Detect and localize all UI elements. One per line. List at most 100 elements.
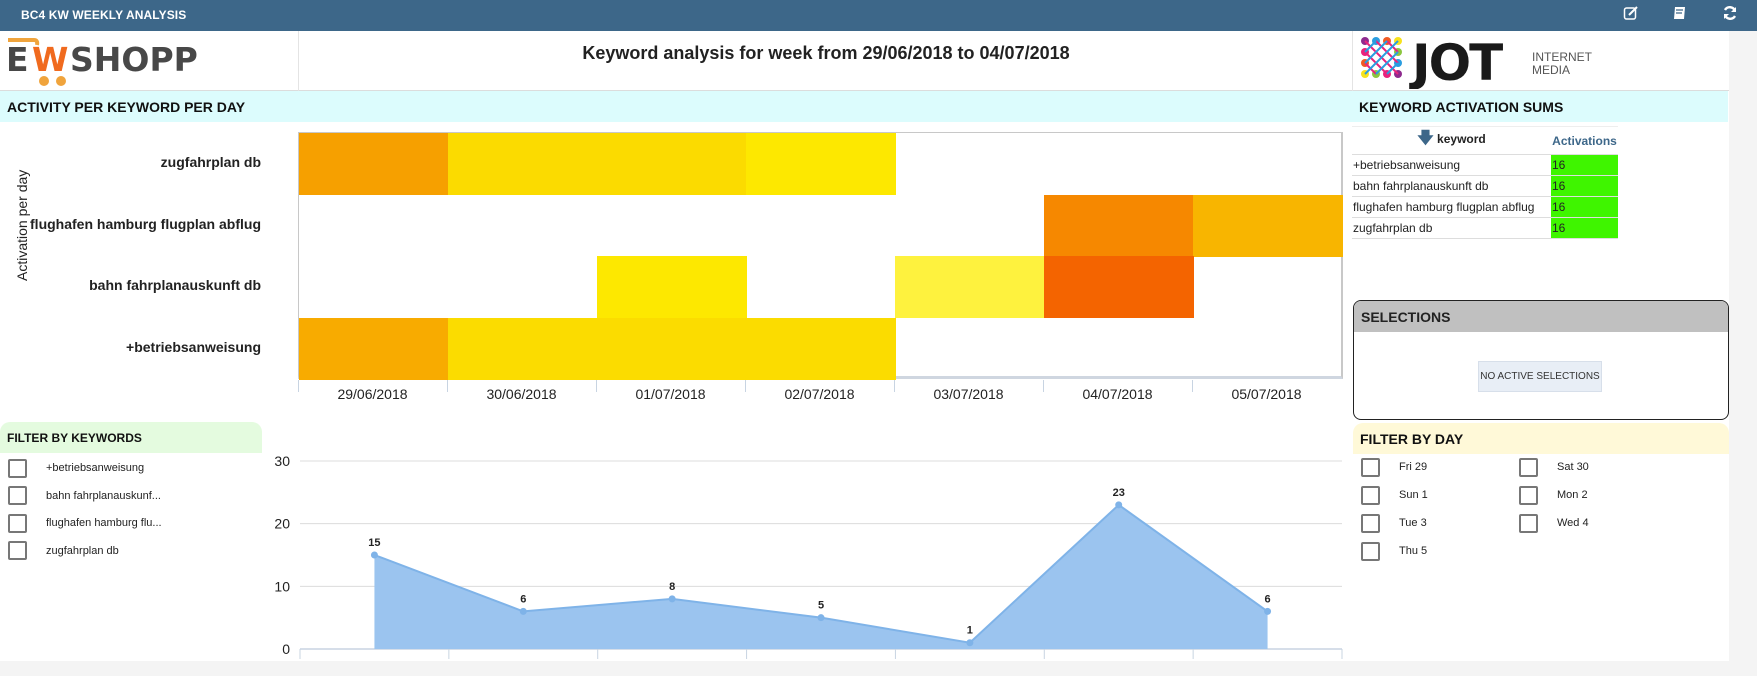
sums-section-header: KEYWORD ACTIVATION SUMS: [1352, 91, 1728, 122]
keyword-filter-item[interactable]: flughafen hamburg flu...: [8, 512, 162, 534]
sums-table-row[interactable]: flughafen hamburg flugplan abflug 16: [1352, 196, 1618, 218]
checkbox[interactable]: [1519, 513, 1538, 533]
day-filter-item[interactable]: Wed 4: [1519, 512, 1589, 534]
keyword-filter-item[interactable]: +betriebsanweisung: [8, 457, 144, 479]
heatmap-cell[interactable]: [1044, 256, 1194, 318]
checkbox[interactable]: [8, 486, 27, 505]
sums-table-row[interactable]: zugfahrplan db 16: [1352, 217, 1618, 239]
day-filter-label: Tue 3: [1399, 517, 1427, 529]
heatmap-cell[interactable]: [597, 317, 747, 380]
dashboard-sheet: E W SHOPP Keyword analysis for week from…: [0, 31, 1729, 661]
data-point: [817, 614, 825, 622]
heatmap-cell[interactable]: [895, 256, 1045, 318]
checkbox[interactable]: [8, 541, 27, 560]
keyword-filter-label: flughafen hamburg flu...: [46, 517, 162, 529]
heatmap-cell[interactable]: [448, 133, 598, 195]
checkbox[interactable]: [8, 458, 27, 478]
keyword-cell: bahn fahrplanauskunft db: [1352, 175, 1551, 197]
data-label: 23: [1113, 487, 1125, 499]
area-chart: 010203015685123629/06/201830/06/201801/0…: [274, 453, 1343, 659]
data-point: [519, 607, 527, 615]
checkbox[interactable]: [1519, 457, 1538, 477]
data-label: 5: [818, 600, 824, 612]
heatmap-cell[interactable]: [1193, 194, 1343, 257]
heatmap-x-tick-label: 30/06/2018: [486, 386, 557, 402]
keyword-filter-item[interactable]: bahn fahrplanauskunf...: [8, 485, 161, 507]
heatmap-cell[interactable]: [1044, 194, 1194, 257]
heatmap-x-tick: [894, 380, 895, 392]
heatmap-cell[interactable]: [597, 256, 747, 318]
sums-table-row[interactable]: +betriebsanweisung 16: [1352, 154, 1618, 176]
heatmap-cell[interactable]: [299, 317, 449, 380]
data-label: 8: [669, 581, 675, 593]
day-filter-item[interactable]: Mon 2: [1519, 484, 1588, 506]
checkbox[interactable]: [1361, 541, 1380, 561]
heatmap-row-label: bahn fahrplanauskunft db: [89, 277, 261, 293]
svg-text:MEDIA: MEDIA: [1532, 63, 1570, 77]
sums-table-row[interactable]: bahn fahrplanauskunft db 16: [1352, 175, 1618, 197]
heatmap-cell: [746, 195, 896, 257]
heatmap-x-tick: [298, 380, 299, 392]
heatmap-cell[interactable]: [746, 133, 896, 195]
heatmap-cell: [746, 256, 896, 318]
heatmap-x-tick-label: 03/07/2018: [933, 386, 1004, 402]
svg-text:INTERNET: INTERNET: [1532, 50, 1593, 64]
sums-table: 🡇 keyword Activations +betriebsanweisung…: [1352, 126, 1618, 239]
heatmap-cell: [1193, 133, 1343, 195]
day-filter-label: Thu 5: [1399, 545, 1428, 557]
refresh-icon[interactable]: [1719, 5, 1741, 25]
header-divider: [298, 31, 299, 91]
data-label: 1: [967, 625, 973, 637]
day-filter-label: Sat 30: [1557, 461, 1589, 473]
heatmap-cell: [1044, 318, 1194, 380]
heatmap-cell: [895, 318, 1045, 380]
day-filter-item[interactable]: Thu 5: [1361, 540, 1427, 562]
day-filter-label: Wed 4: [1557, 517, 1589, 529]
column-header-activations[interactable]: Activations: [1551, 126, 1618, 155]
data-point: [1115, 501, 1123, 509]
activations-cell: 16: [1551, 217, 1618, 239]
bookmark-icon[interactable]: [1669, 5, 1691, 25]
heatmap-x-tick: [745, 380, 746, 392]
heatmap-cell: [299, 256, 449, 318]
y-tick-label: 30: [274, 453, 290, 469]
day-filter-item[interactable]: Sat 30: [1519, 456, 1589, 478]
data-label: 15: [368, 537, 380, 549]
checkbox[interactable]: [1519, 485, 1538, 505]
heatmap-cell: [448, 256, 598, 318]
column-header-keyword[interactable]: 🡇 keyword: [1352, 126, 1551, 155]
filter-day-header: FILTER BY DAY: [1353, 423, 1729, 454]
heatmap-row-label: flughafen hamburg flugplan abflug: [30, 215, 261, 232]
keyword-filter-item[interactable]: zugfahrplan db: [8, 540, 119, 562]
heatmap-cell[interactable]: [299, 133, 449, 195]
checkbox[interactable]: [1361, 513, 1380, 533]
header-divider: [1352, 31, 1353, 91]
heatmap-cell: [299, 195, 449, 257]
keyword-cell: +betriebsanweisung: [1352, 154, 1551, 176]
keyword-filter-label: +betriebsanweisung: [46, 462, 145, 474]
area-fill: [374, 504, 1268, 649]
heatmap-x-tick-label: 02/07/2018: [784, 386, 855, 402]
checkbox[interactable]: [1361, 457, 1380, 477]
day-filter-item[interactable]: Sun 1: [1361, 484, 1428, 506]
arrow-down-icon: 🡇: [1417, 130, 1434, 147]
day-filter-label: Mon 2: [1557, 489, 1588, 501]
heatmap-cell[interactable]: [597, 133, 747, 195]
selections-panel: SELECTIONS NO ACTIVE SELECTIONS: [1353, 300, 1729, 420]
heatmap-x-tick-label: 05/07/2018: [1231, 386, 1302, 402]
ewshopp-logo: E W SHOPP: [4, 37, 214, 87]
heatmap-cell[interactable]: [746, 317, 896, 380]
checkbox[interactable]: [8, 513, 27, 533]
day-filter-item[interactable]: Tue 3: [1361, 512, 1427, 534]
heatmap-x-tick-label: 29/06/2018: [337, 386, 408, 402]
data-label: 6: [520, 593, 526, 605]
heatmap-cell: [448, 195, 598, 257]
heatmap-x-tick-label: 04/07/2018: [1082, 386, 1153, 402]
edit-icon[interactable]: [1620, 5, 1642, 25]
checkbox[interactable]: [1361, 485, 1380, 505]
keyword-cell: zugfahrplan db: [1352, 217, 1551, 239]
heatmap-cell[interactable]: [448, 317, 598, 380]
app-title: BC4 KW WEEKLY ANALYSIS: [21, 8, 187, 22]
keyword-filter-label: bahn fahrplanauskunf...: [46, 489, 161, 502]
day-filter-item[interactable]: Fri 29: [1361, 456, 1427, 478]
